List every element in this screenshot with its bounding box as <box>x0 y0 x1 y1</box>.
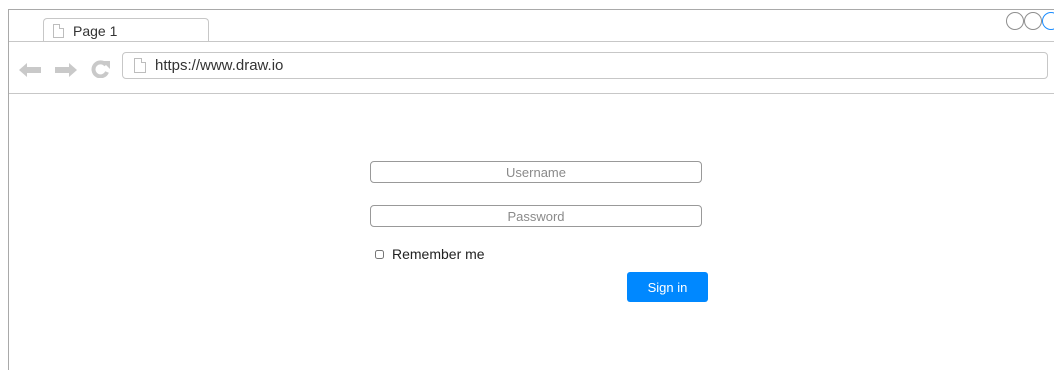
remember-me-label: Remember me <box>392 246 485 262</box>
page-icon <box>134 58 146 73</box>
tab-label: Page 1 <box>73 22 118 39</box>
browser-window: Page 1 https://www.draw.io Reme <box>8 9 1054 370</box>
tab-page-1[interactable]: Page 1 <box>43 18 209 42</box>
remember-me-checkbox[interactable] <box>375 249 384 259</box>
forward-arrow-icon[interactable] <box>55 61 77 81</box>
password-input[interactable] <box>370 205 702 227</box>
username-input[interactable] <box>370 161 702 183</box>
back-arrow-icon[interactable] <box>19 61 41 81</box>
sign-in-button[interactable]: Sign in <box>627 272 708 302</box>
reload-icon[interactable] <box>91 60 111 82</box>
minimize-button[interactable] <box>1006 12 1024 30</box>
page-icon <box>53 23 64 38</box>
toolbar-divider <box>9 93 1054 94</box>
remember-me-row: Remember me <box>375 246 485 262</box>
close-button[interactable] <box>1042 12 1054 30</box>
browser-toolbar: https://www.draw.io <box>9 42 1054 94</box>
maximize-button[interactable] <box>1024 12 1042 30</box>
address-bar[interactable]: https://www.draw.io <box>122 52 1048 79</box>
url-text: https://www.draw.io <box>155 57 284 74</box>
window-controls <box>1006 12 1054 30</box>
